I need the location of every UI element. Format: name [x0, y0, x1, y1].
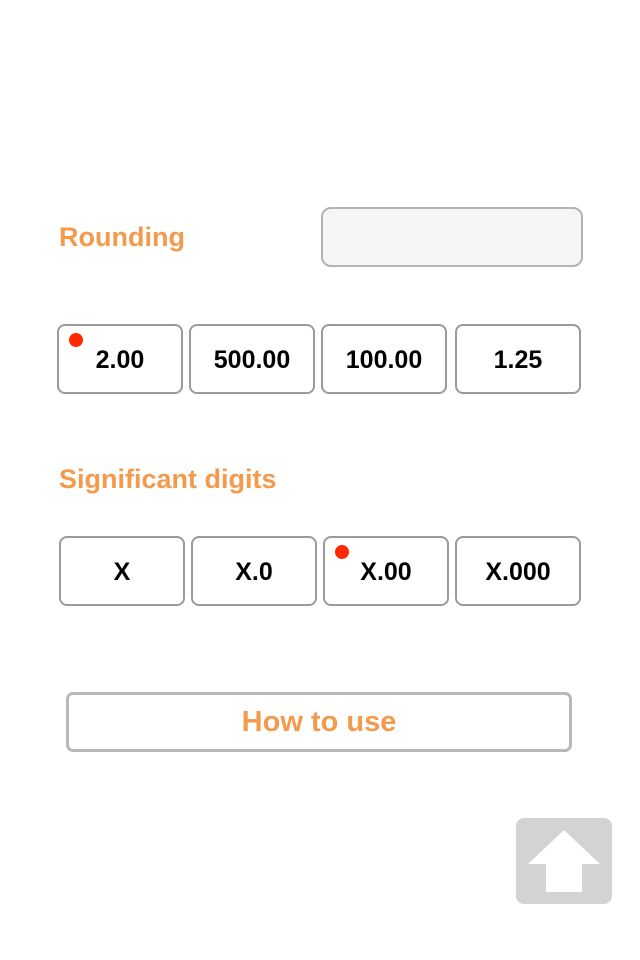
scroll-to-top-button[interactable] — [516, 818, 612, 904]
rounding-option-label: 500.00 — [213, 345, 291, 374]
rounding-option-label: 1.25 — [493, 345, 543, 374]
sigdig-option-label: X.00 — [360, 557, 412, 586]
rounding-option-1-25[interactable]: 1.25 — [455, 324, 581, 394]
rounding-label: Rounding — [59, 222, 185, 252]
rounding-option-label: 100.00 — [345, 345, 423, 374]
sigdig-option-label: X.000 — [485, 557, 551, 586]
sigdig-option-x-0[interactable]: X.0 — [191, 536, 317, 606]
significant-digits-label: Significant digits — [59, 464, 277, 494]
selected-indicator-dot — [335, 545, 349, 559]
rounding-option-500-00[interactable]: 500.00 — [189, 324, 315, 394]
significant-digits-options: X X.0 X.00 X.000 — [0, 536, 640, 606]
sigdig-option-label: X — [113, 557, 131, 586]
selected-indicator-dot — [69, 333, 83, 347]
sigdig-option-label: X.0 — [235, 557, 273, 586]
rounding-option-2-00[interactable]: 2.00 — [57, 324, 183, 394]
rounding-option-label: 2.00 — [95, 345, 145, 374]
rounding-option-100-00[interactable]: 100.00 — [321, 324, 447, 394]
arrow-up-icon — [528, 830, 600, 892]
how-to-use-button[interactable]: How to use — [66, 692, 572, 752]
how-to-use-label: How to use — [241, 705, 397, 738]
sigdig-option-x[interactable]: X — [59, 536, 185, 606]
rounding-input[interactable] — [321, 207, 583, 267]
sigdig-option-x-000[interactable]: X.000 — [455, 536, 581, 606]
rounding-options: 2.00 500.00 100.00 1.25 — [0, 324, 640, 394]
sigdig-option-x-00[interactable]: X.00 — [323, 536, 449, 606]
